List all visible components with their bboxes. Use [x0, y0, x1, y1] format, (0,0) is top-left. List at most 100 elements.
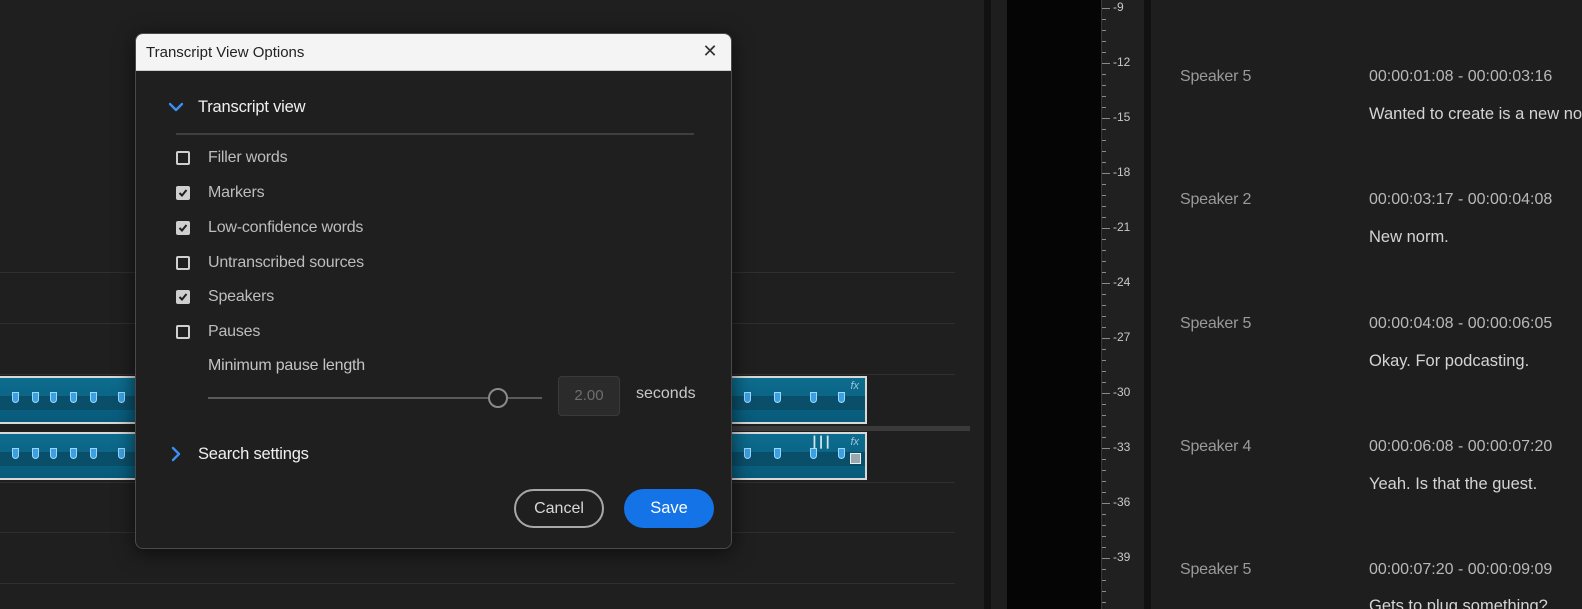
meter-minor-tick [1102, 492, 1106, 493]
meter-minor-tick [1102, 525, 1106, 526]
meter-tick-label: -39 [1113, 550, 1131, 564]
speaker-label[interactable]: Speaker 5 [1180, 315, 1251, 333]
meter-minor-tick [1102, 140, 1106, 141]
checkbox[interactable] [176, 186, 190, 200]
meter-major-tick [1102, 228, 1110, 229]
meter-minor-tick [1102, 305, 1106, 306]
meter-minor-tick [1102, 41, 1106, 42]
timecode-range: 00:00:06:08 - 00:00:07:20 [1369, 438, 1553, 455]
meter-minor-tick [1102, 580, 1106, 581]
transcript-text[interactable]: Okay. For podcasting. [1369, 352, 1529, 371]
option-label: Speakers [208, 288, 274, 305]
meter-major-tick [1102, 448, 1110, 449]
meter-major-tick [1102, 283, 1110, 284]
meter-minor-tick [1102, 404, 1106, 405]
checkbox[interactable] [176, 151, 190, 165]
cancel-button[interactable]: Cancel [514, 489, 604, 528]
meter-major-tick [1102, 503, 1110, 504]
transcript-text[interactable]: Wanted to create is a new norm. [1369, 105, 1582, 124]
premiere-workspace: fx ┃┃┃ fx -9 -12 -15 -18 -21 -24 -27 -30 -33 -36-… [0, 0, 1582, 609]
playhead-bar [700, 426, 970, 431]
meter-minor-tick [1102, 514, 1106, 515]
meter-tick-label: -12 [1113, 55, 1131, 69]
save-button[interactable]: Save [624, 489, 714, 528]
meter-minor-tick [1102, 52, 1106, 53]
meter-minor-tick [1102, 602, 1106, 603]
option-label: Markers [208, 184, 265, 201]
transcript-view-section-toggle[interactable]: Transcript view [166, 97, 306, 117]
meter-tick-label: -9 [1113, 0, 1124, 14]
section-divider [176, 133, 694, 135]
meter-minor-tick [1102, 349, 1106, 350]
meter-minor-tick [1102, 272, 1106, 273]
meter-minor-tick [1102, 536, 1106, 537]
speaker-label[interactable]: Speaker 2 [1180, 191, 1251, 209]
meter-minor-tick [1102, 481, 1106, 482]
meter-tick-label: -15 [1113, 110, 1131, 124]
audio-clip[interactable] [0, 432, 141, 480]
audio-clip[interactable]: ┃┃┃ fx [728, 432, 867, 480]
meter-minor-tick [1102, 30, 1106, 31]
chevron-down-icon [166, 97, 186, 117]
transcript-text[interactable]: Yeah. Is that the guest. [1369, 475, 1537, 494]
meter-tick-label: -36 [1113, 495, 1131, 509]
untranscribed-sources-option[interactable]: Untranscribed sources [176, 254, 364, 272]
speakers-option[interactable]: Speakers [176, 288, 274, 306]
meter-minor-tick [1102, 151, 1106, 152]
timecode-range: 00:00:03:17 - 00:00:04:08 [1369, 191, 1553, 208]
speaker-label[interactable]: Speaker 5 [1180, 561, 1251, 579]
meter-minor-tick [1102, 217, 1106, 218]
video-clip[interactable]: fx [728, 376, 867, 424]
transcript-text[interactable]: New norm. [1369, 228, 1449, 247]
meter-minor-tick [1102, 96, 1106, 97]
meter-minor-tick [1102, 195, 1106, 196]
meter-minor-tick [1102, 569, 1106, 570]
meter-minor-tick [1102, 459, 1106, 460]
meter-major-tick [1102, 63, 1110, 64]
section-title: Search settings [198, 444, 309, 463]
video-clip[interactable] [0, 376, 141, 424]
clip-thumbnail-icon [850, 453, 861, 464]
transcript-text[interactable]: Gets to plug something? [1369, 597, 1548, 609]
meter-minor-tick [1102, 261, 1106, 262]
meter-minor-tick [1102, 426, 1106, 427]
meter-minor-tick [1102, 316, 1106, 317]
timecode-range: 00:00:04:08 - 00:00:06:05 [1369, 315, 1553, 332]
meter-major-tick [1102, 338, 1110, 339]
markers-option[interactable]: Markers [176, 184, 265, 202]
speaker-label[interactable]: Speaker 4 [1180, 438, 1251, 456]
speaker-label[interactable]: Speaker 5 [1180, 68, 1251, 86]
meter-minor-tick [1102, 294, 1106, 295]
panel-divider[interactable] [984, 0, 991, 609]
checkbox[interactable] [176, 256, 190, 270]
pauses-option[interactable]: Pauses [176, 323, 260, 341]
low-confidence-words-option[interactable]: Low-confidence words [176, 219, 363, 237]
filler-words-option[interactable]: Filler words [176, 149, 288, 167]
panel-divider[interactable] [1144, 0, 1151, 609]
meter-minor-tick [1102, 470, 1106, 471]
checkbox[interactable] [176, 221, 190, 235]
checkbox[interactable] [176, 290, 190, 304]
meter-tick-label: -30 [1113, 385, 1131, 399]
meter-minor-tick [1102, 239, 1106, 240]
meter-minor-tick [1102, 129, 1106, 130]
seconds-label: seconds [636, 385, 696, 402]
meter-minor-tick [1102, 371, 1106, 372]
meter-major-tick [1102, 558, 1110, 559]
close-icon[interactable]: ✕ [699, 40, 721, 62]
meter-minor-tick [1102, 85, 1106, 86]
meter-minor-tick [1102, 437, 1106, 438]
audio-meter-scale: -9 -12 -15 -18 -21 -24 -27 -30 -33 -36 -39 [1101, 0, 1147, 609]
meter-tick-label: -18 [1113, 165, 1131, 179]
search-settings-section-toggle[interactable]: Search settings [166, 444, 309, 464]
meter-minor-tick [1102, 327, 1106, 328]
meter-tick-label: -21 [1113, 220, 1131, 234]
pause-length-input[interactable]: 2.00 [558, 376, 620, 416]
timecode-range: 00:00:07:20 - 00:00:09:09 [1369, 561, 1553, 578]
meter-major-tick [1102, 118, 1110, 119]
option-label: Untranscribed sources [208, 254, 364, 271]
pause-length-slider-thumb[interactable] [488, 388, 508, 408]
checkbox[interactable] [176, 325, 190, 339]
meter-minor-tick [1102, 19, 1106, 20]
timecode-range: 00:00:01:08 - 00:00:03:16 [1369, 68, 1553, 85]
